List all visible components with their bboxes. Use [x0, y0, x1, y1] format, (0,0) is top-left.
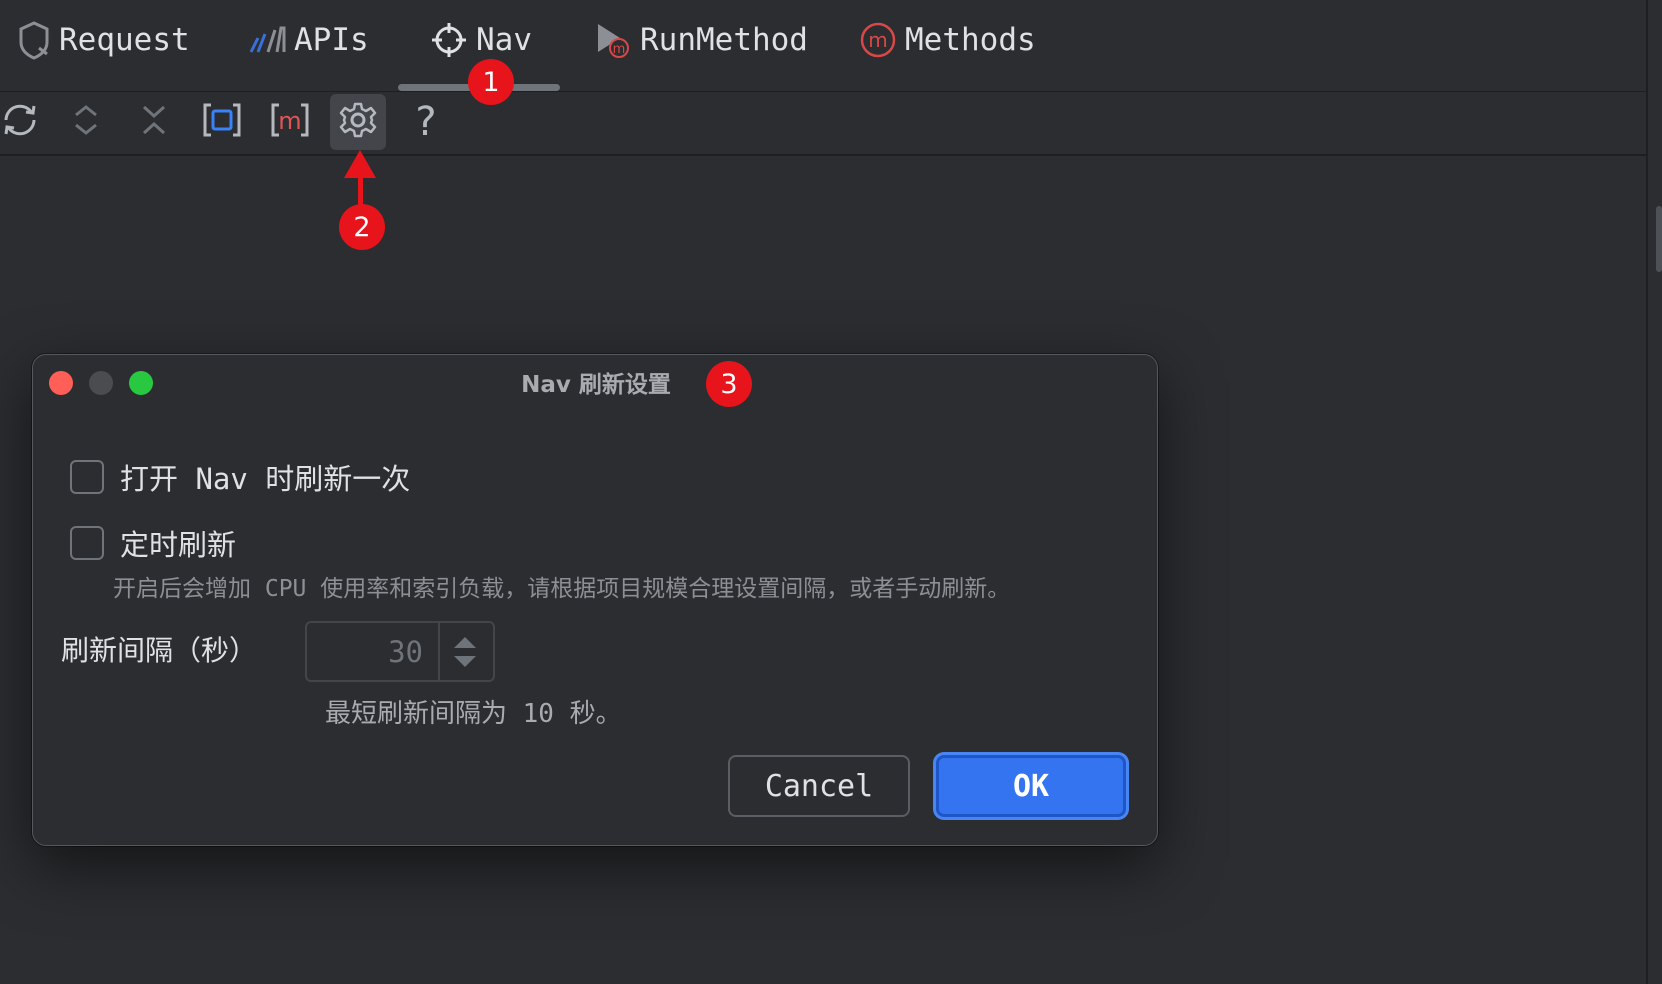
refresh-on-open-option[interactable]: 打开 Nav 时刷新一次: [70, 456, 410, 498]
ok-button[interactable]: OK: [936, 755, 1126, 817]
expand-all-button[interactable]: [58, 94, 114, 150]
cancel-button[interactable]: Cancel: [728, 755, 910, 817]
select-in-editor-button[interactable]: [194, 94, 250, 150]
refresh-on-open-checkbox[interactable]: [70, 460, 104, 494]
expand-collapse-icon: [71, 102, 101, 142]
svg-text:m: m: [278, 107, 301, 135]
crosshair-icon: [430, 21, 468, 59]
shield-icon: [17, 20, 51, 60]
method-marker-icon: m: [270, 102, 310, 142]
refresh-icon: [0, 102, 40, 142]
help-button[interactable]: ?: [398, 94, 454, 150]
api-bars-icon: [248, 24, 286, 56]
tab-label: RunMethod: [640, 22, 808, 58]
collapse-all-icon: [139, 102, 169, 142]
annotation-marker-3: 3: [706, 361, 752, 407]
tab-nav[interactable]: Nav: [430, 16, 532, 64]
svg-text:m: m: [868, 28, 887, 52]
tab-apis[interactable]: APIs: [248, 16, 369, 64]
gear-icon: [339, 101, 377, 143]
refresh-interval-spinner[interactable]: 30: [305, 621, 495, 682]
method-marker-button[interactable]: m: [262, 94, 318, 150]
tab-label: APIs: [294, 22, 369, 58]
dialog-title: Nav 刷新设置: [521, 372, 671, 398]
annotation-arrow-head: [344, 150, 376, 178]
annotation-marker-1: 1: [468, 59, 514, 105]
help-icon: ?: [415, 99, 437, 145]
min-interval-hint: 最短刷新间隔为 10 秒。: [325, 699, 622, 729]
nav-toolbar: m ?: [0, 92, 1646, 156]
run-method-icon: m: [594, 20, 632, 60]
refresh-button[interactable]: [0, 94, 48, 150]
panel-divider: [1646, 0, 1648, 984]
nav-refresh-settings-dialog: Nav 刷新设置 3 打开 Nav 时刷新一次 定时刷新 开启后会增加 CPU …: [32, 354, 1158, 846]
tab-methods[interactable]: m Methods: [859, 16, 1036, 64]
tab-label: Nav: [476, 22, 532, 58]
spinner-up-icon[interactable]: [454, 637, 476, 648]
timed-refresh-label: 定时刷新: [120, 528, 237, 562]
spinner-divider: [438, 623, 440, 680]
timed-refresh-hint: 开启后会增加 CPU 使用率和索引负载，请根据项目规模合理设置间隔，或者手动刷新…: [113, 576, 1011, 602]
tab-label: Methods: [905, 22, 1036, 58]
tab-label: Request: [59, 22, 190, 58]
annotation-marker-2: 2: [339, 204, 385, 250]
collapse-all-button[interactable]: [126, 94, 182, 150]
refresh-on-open-label: 打开 Nav 时刷新一次: [120, 462, 411, 496]
refresh-interval-label: 刷新间隔（秒）: [61, 634, 258, 667]
tool-window-tabbar: Request APIs Nav m RunMethod m Methods: [0, 0, 1646, 92]
timed-refresh-checkbox[interactable]: [70, 526, 104, 560]
tab-runmethod[interactable]: m RunMethod: [594, 16, 808, 64]
tab-request[interactable]: Request: [17, 16, 190, 64]
timed-refresh-option[interactable]: 定时刷新: [70, 522, 236, 564]
svg-text:m: m: [613, 42, 626, 57]
refresh-interval-value[interactable]: 30: [307, 623, 437, 680]
settings-button[interactable]: [330, 94, 386, 150]
methods-icon: m: [859, 21, 897, 59]
scrollbar-thumb[interactable]: [1656, 206, 1662, 272]
select-in-editor-icon: [202, 102, 242, 142]
spinner-down-icon[interactable]: [454, 656, 476, 667]
